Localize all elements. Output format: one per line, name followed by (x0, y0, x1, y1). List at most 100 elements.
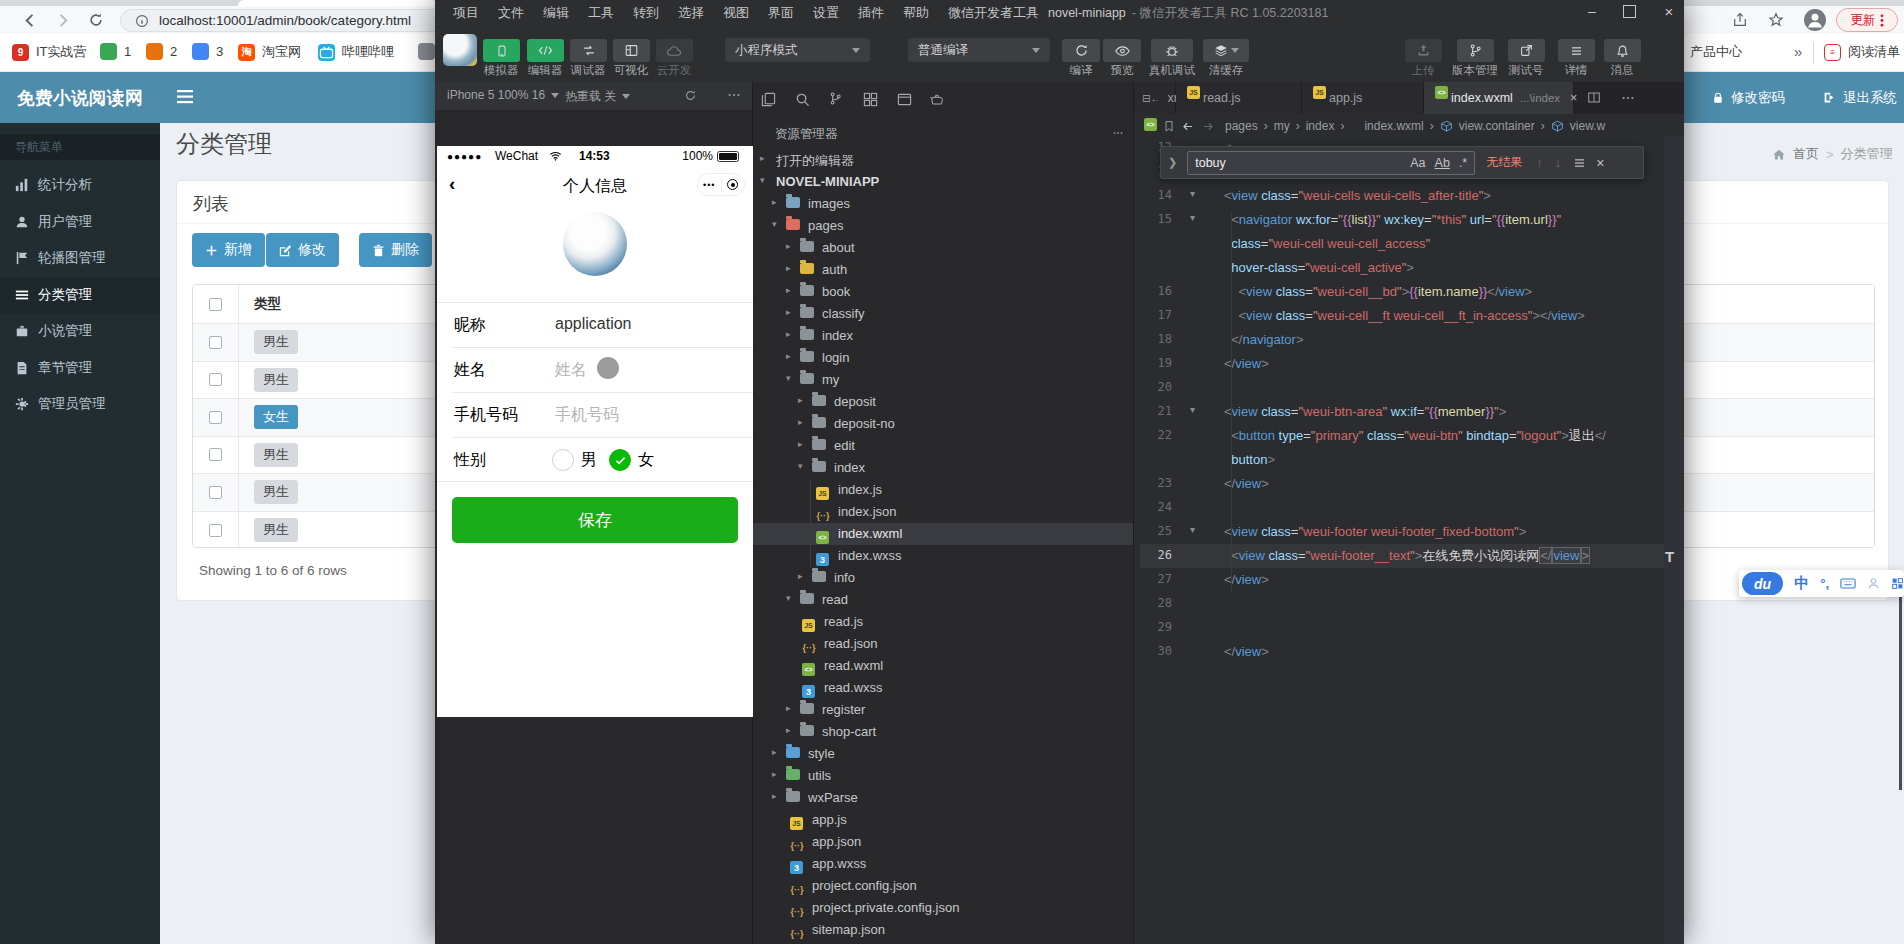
tree-item-book[interactable]: ▸book (753, 281, 1133, 303)
reload-icon[interactable] (88, 12, 104, 28)
tree-item-shop-cart[interactable]: ▸shop-cart (753, 721, 1133, 743)
nav-back-icon[interactable] (1181, 120, 1195, 133)
tree-chevron-icon[interactable]: ▸ (772, 791, 777, 801)
sidebar-item-6[interactable]: 章节管理 (0, 350, 160, 387)
forward-icon[interactable] (54, 12, 71, 29)
tree-chevron-icon[interactable]: ▸ (786, 329, 791, 339)
find-next-icon[interactable]: ↓ (1555, 155, 1562, 170)
toolbar-上传-button[interactable] (1405, 39, 1442, 62)
tree-item-project.config.json[interactable]: {··}project.config.json (753, 875, 1133, 897)
brand-title[interactable]: 免费小说阅读网 (0, 72, 160, 123)
tree-item-deposit[interactable]: ▸deposit (753, 391, 1133, 413)
tree-chevron-icon[interactable]: ▸ (786, 285, 791, 295)
tab-partial[interactable]: ⊟←xml (1134, 82, 1176, 114)
tree-item-images[interactable]: ▸images (753, 193, 1133, 215)
match-case-icon[interactable]: Aa (1410, 156, 1425, 170)
panel-window-icon[interactable] (897, 92, 912, 107)
code-line[interactable]: <view class="weui-cells weui-cells_after… (1224, 184, 1491, 208)
panel-cloud-tools-icon[interactable] (929, 92, 944, 106)
code-line[interactable]: <view class="weui-cell__ft weui-cell__ft… (1224, 304, 1585, 328)
tree-chevron-icon[interactable]: ▸ (786, 725, 791, 735)
tree-item-edit[interactable]: ▸edit (753, 435, 1133, 457)
ime-keyboard-icon[interactable] (1840, 578, 1856, 589)
tree-item-app.json[interactable]: {··}app.json (753, 831, 1133, 853)
tree-chevron-icon[interactable]: ▸ (786, 263, 791, 273)
ime-menu-icon[interactable] (1891, 577, 1904, 590)
tree-chevron-icon[interactable]: ▾ (798, 461, 803, 471)
site-info-icon[interactable] (135, 14, 149, 28)
find-expand-chevron[interactable]: ❯ (1168, 156, 1177, 169)
bookmark-item[interactable]: 9IT实战营 (12, 43, 87, 61)
fold-chevron-icon[interactable]: ▾ (1190, 404, 1195, 415)
tree-item-pages[interactable]: ▾pages (753, 215, 1133, 237)
tree-item-read.json[interactable]: {··}read.json (753, 633, 1133, 655)
tree-chevron-icon[interactable]: ▸ (798, 395, 803, 405)
toolbar-测试号-button[interactable] (1508, 39, 1545, 62)
fold-chevron-icon[interactable]: ▾ (1190, 188, 1195, 199)
tree-chevron-icon[interactable]: ▸ (798, 439, 803, 449)
logout-link[interactable]: 退出系统 (1823, 72, 1897, 123)
sidebar-item-7[interactable]: 管理员管理 (0, 386, 160, 423)
tree-item-login[interactable]: ▸login (753, 347, 1133, 369)
radio-male[interactable] (552, 449, 574, 471)
menu-4[interactable]: 工具 (588, 4, 614, 22)
bookmark-icon[interactable] (1163, 120, 1175, 133)
compile-select[interactable]: 普通编译 (908, 38, 1050, 62)
sidebar-item-2[interactable]: 用户管理 (0, 204, 160, 241)
tree-item-project.private.config.json[interactable]: {··}project.private.config.json (753, 897, 1133, 919)
bookmark-item[interactable]: 2 (146, 43, 177, 60)
tree-chevron-icon[interactable]: ▾ (786, 593, 791, 603)
devtools-user-avatar[interactable] (443, 34, 477, 66)
tree-item-read.wxml[interactable]: <>read.wxml (753, 655, 1133, 677)
tree-item-index[interactable]: ▸index (753, 325, 1133, 347)
profile-avatar[interactable] (563, 212, 627, 276)
toolbar-版本管理-button[interactable] (1457, 39, 1494, 62)
menu-7[interactable]: 视图 (723, 4, 749, 22)
sim-more-icon[interactable] (727, 88, 741, 102)
menu-9[interactable]: 设置 (813, 4, 839, 22)
crumb-file[interactable]: index.wxml (1364, 119, 1423, 133)
tab-app-js[interactable]: JSapp.js (1302, 82, 1424, 114)
minimize-button[interactable]: – (1582, 2, 1602, 22)
toolbar-可视化-button[interactable] (613, 39, 650, 62)
tree-chevron-icon[interactable]: ▸ (772, 769, 777, 779)
tree-chevron-icon[interactable]: ▾ (772, 219, 777, 229)
url-text[interactable]: localhost:10001/admin/book/category.html (159, 13, 411, 28)
toolbar-消息-button[interactable] (1604, 39, 1641, 62)
sidebar-item-4[interactable]: 分类管理 (0, 277, 160, 314)
capsule-more-icon[interactable]: ••• (698, 180, 721, 190)
toolbar-清缓存-button[interactable] (1203, 39, 1249, 62)
browser-menu-icon[interactable] (1880, 13, 1884, 28)
tree-chevron-icon[interactable]: ▾ (786, 373, 791, 383)
crumb-view-container[interactable]: view.container (1459, 119, 1535, 133)
tree-item-utils[interactable]: ▸utils (753, 765, 1133, 787)
tree-chevron-icon[interactable]: ▸ (786, 307, 791, 317)
bookmark-item[interactable]: 3 (192, 43, 223, 60)
toolbar-预览-button[interactable] (1103, 39, 1141, 62)
toolbar-调试器-button[interactable] (570, 39, 607, 62)
tree-item-read.wxss[interactable]: 3read.wxss (753, 677, 1133, 699)
field-value[interactable]: application (555, 315, 632, 333)
split-editor-icon[interactable] (1587, 91, 1601, 104)
tree-chevron-icon[interactable]: ▸ (772, 197, 777, 207)
fold-chevron-icon[interactable]: ▾ (1190, 524, 1195, 535)
tab-close-icon[interactable]: × (1570, 91, 1577, 105)
crumb-view-w[interactable]: view.w (1570, 119, 1605, 133)
row-checkbox[interactable] (209, 524, 222, 537)
panel-search-icon[interactable] (795, 92, 810, 107)
whole-word-icon[interactable]: Ab (1435, 156, 1450, 170)
tree-item-info[interactable]: ▸info (753, 567, 1133, 589)
toolbar-编译-button[interactable] (1062, 39, 1100, 62)
tree-chevron-icon[interactable]: ▸ (772, 747, 777, 757)
tree-item-style[interactable]: ▸style (753, 743, 1133, 765)
code-line[interactable]: <view class="weui-cell__bd">{{item.name}… (1224, 280, 1532, 304)
fold-chevron-icon[interactable]: ▾ (1190, 212, 1195, 223)
ime-punct-toggle[interactable]: °, (1820, 576, 1829, 591)
browser-avatar[interactable] (1804, 9, 1826, 31)
code-line[interactable]: </navigator> (1224, 328, 1304, 352)
row-checkbox[interactable] (209, 373, 222, 386)
sidebar-toggle-icon[interactable] (176, 90, 194, 104)
menu-12[interactable]: 微信开发者工具 (948, 4, 1039, 22)
tree-item-register[interactable]: ▸register (753, 699, 1133, 721)
ime-user-icon[interactable] (1867, 577, 1880, 590)
